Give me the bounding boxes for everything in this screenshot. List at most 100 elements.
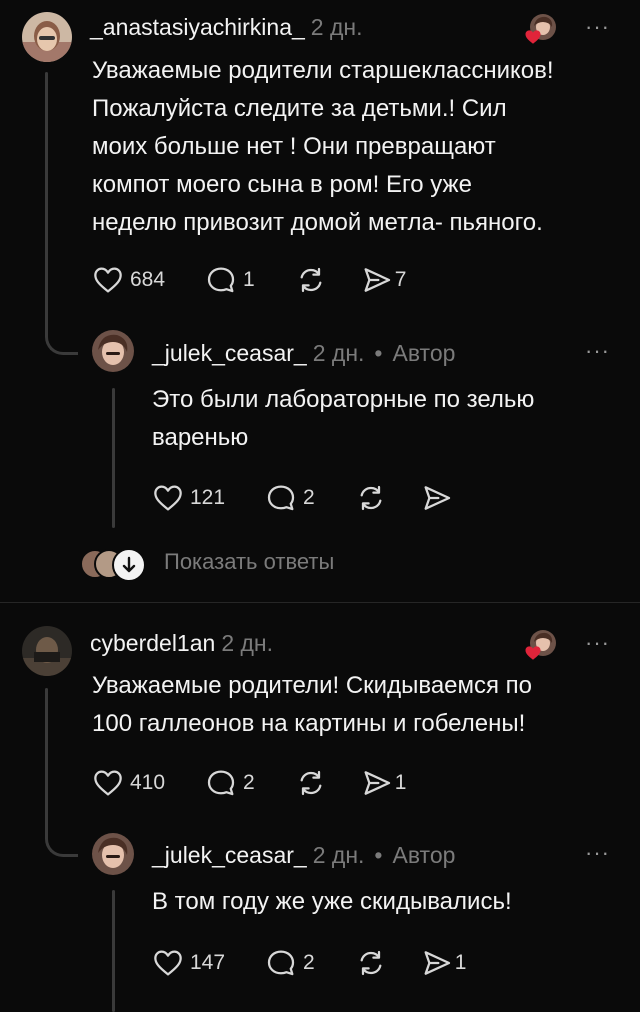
send-icon <box>421 482 453 514</box>
reply-count: 2 <box>303 486 315 509</box>
reply-actions: 147 2 1 <box>152 947 506 979</box>
share-count: 1 <box>454 951 467 974</box>
comment-time: 2 дн. <box>221 630 274 656</box>
like-count: 684 <box>130 268 166 291</box>
comment-actions: 684 1 7 <box>92 264 446 296</box>
share-button[interactable] <box>421 482 453 514</box>
repost-icon <box>295 264 327 296</box>
reply-text-line: Это были лабораторные по зелью <box>152 386 535 413</box>
thread-line <box>112 388 115 528</box>
thread-line <box>45 688 48 835</box>
like-count: 147 <box>190 951 226 974</box>
arrow-down-icon <box>122 556 136 573</box>
heart-icon <box>152 482 184 514</box>
avatar[interactable] <box>22 12 72 62</box>
comment-text-line: компот моего сына в ром! Его уже <box>92 171 472 198</box>
like-count: 121 <box>190 486 226 509</box>
share-button[interactable]: 7 <box>361 264 407 296</box>
more-options-button[interactable]: ··· <box>585 842 610 864</box>
speech-bubble-icon <box>205 767 237 799</box>
reply-text: Это были лабораторные по зелью варенью <box>152 381 534 457</box>
reply-button[interactable]: 1 <box>205 264 255 296</box>
expand-circle <box>112 548 146 582</box>
reply-actions: 121 2 <box>152 482 493 514</box>
repost-button[interactable] <box>355 482 387 514</box>
like-button[interactable]: 410 <box>92 767 165 799</box>
username-text[interactable]: _julek_ceasar_ <box>152 340 307 366</box>
heart-icon <box>92 264 124 296</box>
reply-text: В том году же уже скидывались! <box>152 883 512 921</box>
send-icon <box>361 767 393 799</box>
thread-line <box>112 890 115 1012</box>
divider <box>0 602 640 603</box>
username-text[interactable]: _anastasiyachirkina_ <box>90 14 305 40</box>
like-button[interactable]: 147 <box>152 947 225 979</box>
comment-text-line: Уважаемые родители старшеклассников! <box>92 57 554 84</box>
author-liked-badge <box>530 630 558 658</box>
heart-filled-icon <box>524 28 542 46</box>
reply-text-line: варенью <box>152 424 249 451</box>
author-liked-badge <box>530 14 558 42</box>
reply-count: 2 <box>303 951 315 974</box>
heart-icon <box>152 947 184 979</box>
comment-text-line: Пожалуйста следите за детьми.! Сил <box>92 95 507 122</box>
avatar[interactable] <box>22 626 72 676</box>
like-button[interactable]: 121 <box>152 482 225 514</box>
share-button[interactable]: 1 <box>421 947 467 979</box>
more-options-button[interactable]: ··· <box>585 340 610 362</box>
comment-actions: 410 2 1 <box>92 767 446 799</box>
reply-time: 2 дн. <box>312 340 365 366</box>
comment-text-line: неделю привозит домой метла- пьяного. <box>92 209 543 236</box>
like-button[interactable]: 684 <box>92 264 165 296</box>
thread-curve <box>45 330 78 355</box>
username-text[interactable]: _julek_ceasar_ <box>152 842 307 868</box>
comment-text: Уважаемые родители старшеклассников! Пож… <box>92 52 554 242</box>
comment-text: Уважаемые родители! Скидываемся по 100 г… <box>92 667 532 743</box>
author-badge: Автор <box>392 842 456 868</box>
avatar[interactable] <box>92 833 134 875</box>
repost-icon <box>355 482 387 514</box>
share-count: 1 <box>394 771 407 794</box>
more-options-button[interactable]: ··· <box>585 16 610 38</box>
send-icon <box>421 947 453 979</box>
username-text[interactable]: cyberdel1an <box>90 630 215 656</box>
repost-icon <box>295 767 327 799</box>
reply-username[interactable]: _julek_ceasar_ 2 дн. • Автор <box>152 340 455 367</box>
share-count: 7 <box>394 268 407 291</box>
reply-button[interactable]: 2 <box>205 767 255 799</box>
repost-button[interactable] <box>295 767 327 799</box>
comment-time: 2 дн. <box>310 14 363 40</box>
comment-username[interactable]: _anastasiyachirkina_ 2 дн. <box>90 14 363 41</box>
thread-curve <box>45 832 78 857</box>
repost-button[interactable] <box>355 947 387 979</box>
speech-bubble-icon <box>265 947 297 979</box>
speech-bubble-icon <box>265 482 297 514</box>
share-button[interactable]: 1 <box>361 767 407 799</box>
repost-button[interactable] <box>295 264 327 296</box>
reply-count: 2 <box>243 771 255 794</box>
show-replies-link[interactable]: Показать ответы <box>164 549 334 575</box>
comment-text-line: Уважаемые родители! Скидываемся по <box>92 672 533 699</box>
avatar[interactable] <box>92 330 134 372</box>
show-replies-row[interactable]: Показать ответы <box>80 547 400 582</box>
comment-text-line: 100 галлеонов на картины и гобелены! <box>92 710 526 737</box>
speech-bubble-icon <box>205 264 237 296</box>
author-badge: Автор <box>392 340 456 366</box>
reply-username[interactable]: _julek_ceasar_ 2 дн. • Автор <box>152 842 455 869</box>
separator-dot: • <box>374 340 383 366</box>
reply-button[interactable]: 2 <box>265 947 315 979</box>
send-icon <box>361 264 393 296</box>
more-options-button[interactable]: ··· <box>585 632 610 654</box>
replier-avatars <box>80 548 150 582</box>
comment-text-line: моих больше нет ! Они превращают <box>92 133 496 160</box>
reply-button[interactable]: 2 <box>265 482 315 514</box>
heart-icon <box>92 767 124 799</box>
reply-count: 1 <box>243 268 255 291</box>
heart-filled-icon <box>524 644 542 662</box>
separator-dot: • <box>374 842 383 868</box>
repost-icon <box>355 947 387 979</box>
reply-time: 2 дн. <box>312 842 365 868</box>
like-count: 410 <box>130 771 166 794</box>
reply-text-line: В том году же уже скидывались! <box>152 888 512 915</box>
comment-username[interactable]: cyberdel1an 2 дн. <box>90 630 273 657</box>
